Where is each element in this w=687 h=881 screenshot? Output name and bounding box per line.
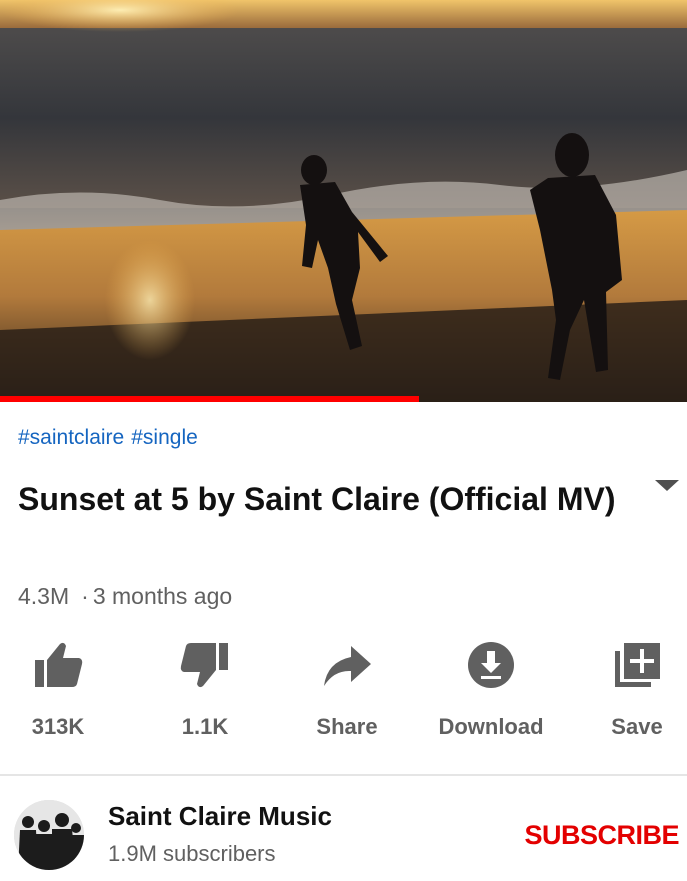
share-icon bbox=[324, 646, 371, 686]
hashtag-link[interactable]: #single bbox=[131, 426, 198, 449]
hashtag-list: #saintclaire #single bbox=[18, 426, 205, 450]
view-count: 4.3M bbox=[18, 583, 70, 609]
dislike-button[interactable]: 1.1K bbox=[140, 640, 270, 745]
upload-age: 3 months ago bbox=[92, 583, 233, 609]
divider bbox=[0, 774, 687, 776]
expand-description-icon[interactable] bbox=[655, 480, 679, 491]
download-label: Download bbox=[438, 714, 544, 739]
save-label: Save bbox=[611, 714, 663, 739]
action-bar: 313K 1.1K Share Download Save bbox=[0, 640, 687, 745]
subscribe-button[interactable]: SUBSCRIBE bbox=[524, 820, 679, 851]
save-button[interactable]: Save bbox=[572, 640, 687, 745]
like-button[interactable]: 313K bbox=[0, 640, 123, 745]
like-count: 313K bbox=[31, 714, 85, 739]
video-thumbnail bbox=[0, 0, 687, 402]
video-progress-fill bbox=[0, 396, 420, 402]
share-button[interactable]: Share bbox=[282, 640, 412, 745]
download-button[interactable]: Download bbox=[426, 640, 556, 745]
subscriber-count: 1.9M subscribers bbox=[108, 841, 276, 866]
channel-name[interactable]: Saint Claire Music bbox=[108, 801, 332, 832]
add-to-playlist-icon bbox=[615, 643, 660, 687]
channel-avatar[interactable] bbox=[14, 800, 84, 870]
video-title: Sunset at 5 by Saint Claire (Official MV… bbox=[18, 481, 616, 517]
download-icon bbox=[468, 642, 514, 688]
channel-avatar-image bbox=[14, 800, 84, 870]
meta-separator: · bbox=[81, 583, 89, 609]
share-label: Share bbox=[316, 714, 378, 739]
thumbs-up-icon bbox=[35, 642, 83, 687]
dislike-count: 1.1K bbox=[181, 714, 229, 739]
thumbs-down-icon bbox=[180, 643, 228, 688]
video-meta: 4.3M · 3 months ago bbox=[18, 583, 232, 610]
video-player[interactable] bbox=[0, 0, 687, 402]
hashtag-link[interactable]: #saintclaire bbox=[18, 426, 124, 449]
